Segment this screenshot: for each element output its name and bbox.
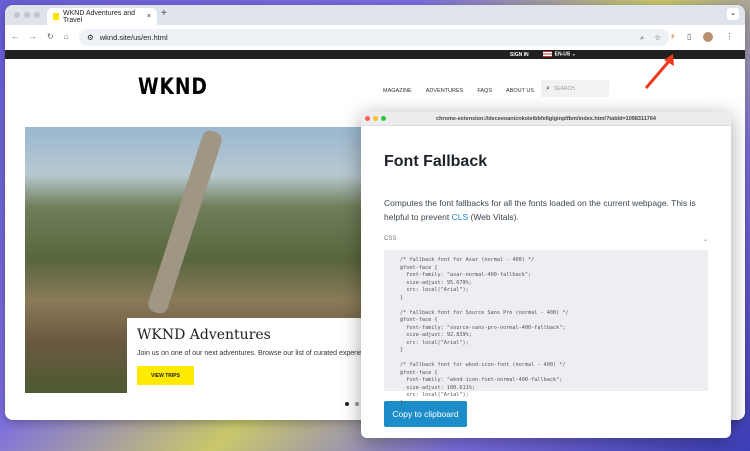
popup-title: Font Fallback [384, 153, 488, 170]
close-icon[interactable] [365, 116, 370, 121]
tab-title: WKND Adventures and Travel [63, 9, 135, 24]
url-text: wknd.site/us/en.html [99, 33, 168, 42]
carousel-indicators[interactable] [345, 402, 359, 406]
close-tab-icon[interactable]: × [147, 13, 151, 20]
nav-faqs[interactable]: FAQS [477, 88, 492, 94]
tab-search-button[interactable]: ⌄ [727, 8, 739, 20]
zoom-icon[interactable]: ⌕ [640, 33, 644, 43]
extensions-puzzle-icon[interactable]: ▯ [687, 32, 691, 42]
window-controls[interactable] [14, 12, 40, 18]
locale-selector[interactable]: EN-US ⌄ [542, 51, 576, 58]
site-search-input[interactable]: ⌕ SEARCH [541, 80, 609, 97]
popup-description: Computes the font fallbacks for all the … [384, 196, 708, 224]
reload-icon[interactable]: ↻ [47, 32, 54, 41]
site-nav: MAGAZINE ADVENTURES FAQS ABOUT US [383, 88, 534, 94]
tree-trunk [146, 128, 224, 316]
forward-icon[interactable]: → [29, 32, 37, 41]
cls-link[interactable]: CLS [452, 212, 469, 222]
back-icon[interactable]: ← [11, 32, 19, 41]
new-tab-button[interactable]: + [161, 8, 167, 19]
maximize-icon[interactable] [381, 116, 386, 121]
popup-titlebar: chrome-extension://deceeoanicnkoieibbfel… [361, 112, 731, 126]
extension-popup-window: chrome-extension://deceeoanicnkoieibbfel… [361, 112, 731, 438]
copy-to-clipboard-button[interactable]: Copy to clipboard [384, 401, 467, 427]
home-icon[interactable]: ⌂ [64, 32, 69, 41]
locale-label: EN-US [554, 51, 571, 58]
popup-url: chrome-extension://deceeoanicnkoieibbfel… [436, 116, 656, 122]
wknd-logo[interactable]: WKND [138, 75, 208, 100]
css-section-toggle[interactable]: CSS ⌄ [384, 236, 708, 243]
toolbar: ← → ↻ ⌂ ⚙ wknd.site/us/en.html ⌕ ☆ ꜰ ▯ ⋮ [5, 25, 745, 50]
desc-text-end: (Web Vitals). [468, 212, 519, 222]
tab-bar: WKND Adventures and Travel × + ⌄ [5, 5, 745, 25]
hero-title: WKND Adventures [137, 327, 271, 343]
address-bar[interactable]: ⚙ wknd.site/us/en.html ⌕ ☆ [79, 29, 669, 46]
nav-magazine[interactable]: MAGAZINE [383, 88, 412, 94]
carousel-dot[interactable] [355, 402, 359, 406]
site-info-icon[interactable]: ⚙ [87, 33, 94, 42]
desc-text: Computes the font fallbacks for all the … [384, 198, 696, 222]
hero-text: Join us on one of our next adventures. B… [137, 350, 377, 357]
search-icon: ⌕ [546, 84, 550, 92]
red-arrow-annotation [644, 54, 674, 89]
css-section-label: CSS [384, 236, 397, 242]
chevron-down-icon[interactable]: ⌄ [703, 236, 708, 243]
css-code-block: /* fallback font for Asar (normal - 400)… [384, 250, 708, 406]
us-flag-icon [542, 51, 552, 58]
popup-window-controls[interactable] [365, 116, 386, 121]
tab-wknd[interactable]: WKND Adventures and Travel × [47, 8, 157, 25]
sign-in-link[interactable]: SIGN IN [510, 52, 529, 58]
view-trips-button[interactable]: VIEW TRIPS [137, 366, 194, 385]
profile-avatar[interactable] [703, 32, 714, 42]
nav-adventures[interactable]: ADVENTURES [426, 88, 464, 94]
favicon-icon [53, 13, 60, 20]
carousel-dot[interactable] [345, 402, 349, 406]
bookmark-star-icon[interactable]: ☆ [654, 33, 661, 43]
site-topbar: SIGN IN EN-US ⌄ [5, 50, 745, 59]
font-fallback-extension-icon[interactable]: ꜰ [671, 32, 675, 42]
menu-kebab-icon[interactable]: ⋮ [725, 32, 733, 42]
search-placeholder: SEARCH [553, 85, 575, 92]
hero-card: WKND Adventures Join us on one of our ne… [127, 318, 377, 393]
minimize-icon[interactable] [373, 116, 378, 121]
nav-about-us[interactable]: ABOUT US [506, 88, 534, 94]
